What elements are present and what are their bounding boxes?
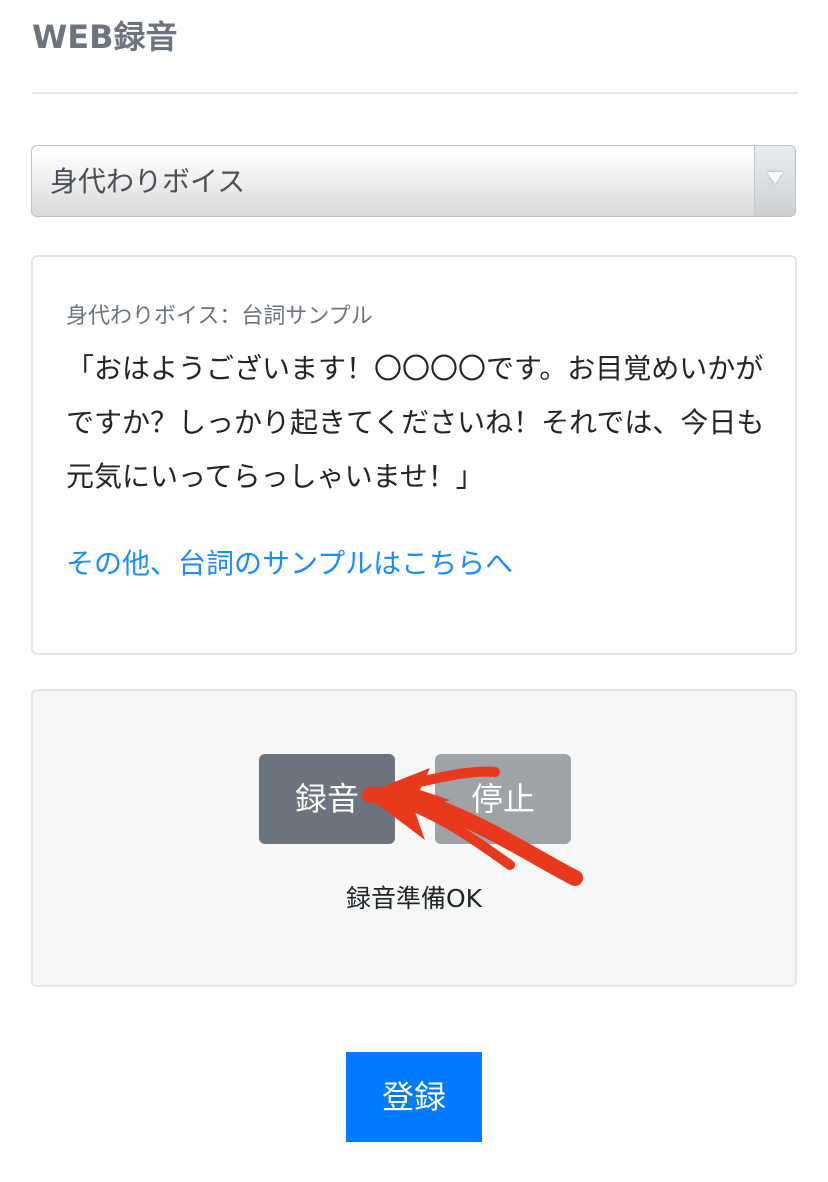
web-recording-page: WEB録音 身代わりボイス 身代わりボイス：台詞サンプル 「おはようございます！… (0, 0, 828, 1182)
voice-type-select[interactable]: 身代わりボイス (31, 145, 796, 217)
register-button[interactable]: 登録 (346, 1052, 482, 1142)
voice-type-selected-value: 身代わりボイス (50, 165, 246, 198)
recorder-panel: 録音 停止 録音準備OK (31, 689, 797, 987)
more-samples-link[interactable]: その他、台詞のサンプルはこちらへ (66, 544, 513, 584)
divider (32, 92, 798, 94)
sample-script-card: 身代わりボイス：台詞サンプル 「おはようございます！〇〇〇〇です。お目覚めいかが… (31, 255, 797, 655)
page-title: WEB録音 (32, 18, 178, 56)
chevron-down-icon (767, 172, 783, 184)
recorder-status: 録音準備OK (345, 884, 483, 913)
sample-script-label: 身代わりボイス：台詞サンプル (66, 304, 373, 329)
record-button[interactable]: 録音 (259, 754, 395, 844)
sample-script-text: 「おはようございます！〇〇〇〇です。お目覚めいかがですか？しっかり起きてください… (66, 352, 765, 493)
select-dropdown-button[interactable] (754, 146, 795, 216)
stop-button[interactable]: 停止 (435, 754, 571, 844)
